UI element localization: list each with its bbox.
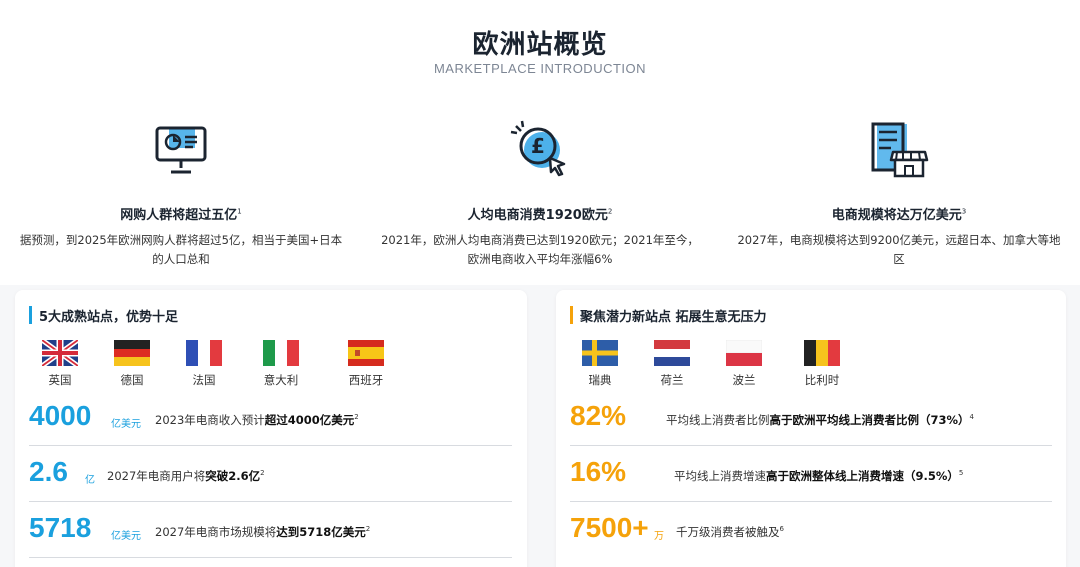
storefront-building-icon: [871, 122, 929, 178]
page-subtitle: MARKETPLACE INTRODUCTION: [433, 61, 647, 76]
page-title: 欧洲站概览: [472, 30, 608, 60]
monitor-chart-icon: [155, 126, 207, 174]
france-flag-icon: [186, 340, 222, 366]
pound-coin-cursor-icon: £: [510, 120, 566, 177]
accent-bar: [29, 306, 32, 324]
divider: [29, 445, 512, 446]
country-spain: 西班牙: [336, 340, 396, 388]
uk-flag-icon: [42, 340, 78, 366]
card-title: 5大成熟站点，优势十足: [29, 306, 178, 325]
divider: [570, 445, 1052, 446]
header-section: 欧洲站概览 MARKETPLACE INTRODUCTION 网购人群将超过五亿…: [0, 0, 1080, 285]
svg-text:£: £: [531, 134, 545, 158]
mature-sites-card: 5大成熟站点，优势十足 英国 德国 法国 意大利 西班牙 4000 亿美元 20…: [15, 290, 527, 567]
country-flags: 英国 德国 法国 意大利 西班牙: [15, 340, 527, 390]
stat-consumers: 7500+ 万 千万级消费者被触及6: [570, 512, 784, 543]
country-france: 法国: [174, 340, 234, 388]
netherlands-flag-icon: [654, 340, 690, 366]
country-germany: 德国: [102, 340, 162, 388]
feature-title: 人均电商消费1920欧元: [467, 208, 608, 223]
country-flags: 瑞典 荷兰 波兰 比利时: [556, 340, 1066, 390]
divider: [29, 501, 512, 502]
stat-revenue: 4000 亿美元 2023年电商收入预计超过4000亿美元2: [29, 400, 359, 431]
country-belgium: 比利时: [792, 340, 852, 388]
stat-online-ratio: 82% 平均线上消费者比例高于欧洲平均线上消费者比例（73%）4: [570, 400, 974, 431]
stat-growth-rate: 16% 平均线上消费增速高于欧洲整体线上消费增速（9.5%）5: [570, 456, 964, 487]
feature-desc: 2021年，欧洲人均电商消费已达到1920欧元；2021年至今，欧洲电商收入平均…: [381, 233, 699, 266]
card-title: 聚焦潜力新站点 拓展生意无压力: [570, 306, 767, 325]
country-uk: 英国: [30, 340, 90, 388]
italy-flag-icon: [263, 340, 299, 366]
poland-flag-icon: [726, 340, 762, 366]
belgium-flag-icon: [804, 340, 840, 366]
feature-market-size: 电商规模将达万亿美元3 2027年，电商规模将达到9200亿美元，远超日本、加拿…: [729, 118, 1069, 269]
feature-title: 电商规模将达万亿美元: [831, 208, 962, 223]
country-sweden: 瑞典: [570, 340, 630, 388]
germany-flag-icon: [114, 340, 150, 366]
feature-online-shoppers: 网购人群将超过五亿1 据预测，到2025年欧洲网购人群将超过5亿，相当于美国+日…: [11, 118, 351, 269]
sweden-flag-icon: [582, 340, 618, 366]
country-netherlands: 荷兰: [642, 340, 702, 388]
divider: [29, 557, 512, 558]
feature-title: 网购人群将超过五亿: [120, 208, 238, 223]
feature-spending: £ 人均电商消费1920欧元2 2021年，欧洲人均电商消费已达到1920欧元；…: [370, 118, 710, 269]
country-italy: 意大利: [251, 340, 311, 388]
accent-bar: [570, 306, 573, 324]
divider: [570, 501, 1052, 502]
potential-sites-card: 聚焦潜力新站点 拓展生意无压力 瑞典 荷兰 波兰 比利时 82% 平均线上消费者…: [556, 290, 1066, 567]
stat-market-size: 5718 亿美元 2027年电商市场规模将达到5718亿美元2: [29, 512, 371, 543]
spain-flag-icon: [348, 340, 384, 366]
stat-users: 2.6 亿 2027年电商用户将突破2.6亿2: [29, 456, 265, 487]
feature-desc: 2027年，电商规模将达到9200亿美元，远超日本、加拿大等地区: [737, 233, 1061, 266]
country-poland: 波兰: [714, 340, 774, 388]
feature-desc: 据预测，到2025年欧洲网购人群将超过5亿，相当于美国+日本的人口总和: [19, 233, 343, 266]
